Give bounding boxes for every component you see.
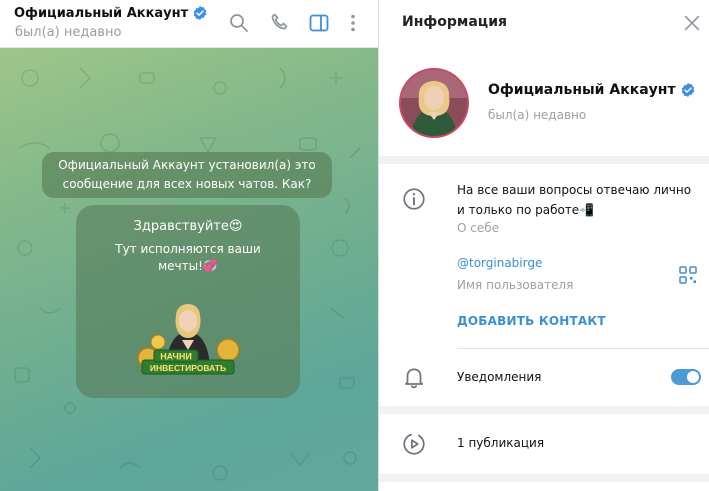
toggle-knob bbox=[687, 371, 699, 383]
publications-row[interactable]: 1 публикация bbox=[379, 414, 709, 474]
search-icon[interactable] bbox=[227, 11, 251, 35]
greeting-title: Здравствуйте😍 bbox=[133, 219, 243, 234]
notifications-label: Уведомления bbox=[457, 370, 542, 384]
qr-code-icon[interactable] bbox=[679, 266, 697, 284]
profile-status: был(а) недавно bbox=[488, 108, 587, 122]
sticker-text-line1: НАЧНИ bbox=[160, 352, 192, 362]
chat-title-text: Официальный Аккаунт bbox=[14, 5, 189, 21]
chat-header[interactable]: Официальный Аккаунт был(а) недавно bbox=[0, 0, 378, 48]
more-vertical-icon[interactable] bbox=[341, 11, 365, 35]
greeting-message: Здравствуйте😍 Тут исполняются ваши мечты… bbox=[76, 205, 300, 398]
username-label: Имя пользователя bbox=[457, 278, 574, 292]
greeting-text: Тут исполняются ваши мечты!💞 bbox=[115, 242, 261, 273]
profile-name-text: Официальный Аккаунт bbox=[488, 82, 676, 98]
phone-icon[interactable] bbox=[268, 11, 292, 35]
notifications-toggle[interactable] bbox=[671, 369, 701, 385]
bio-label: О себе bbox=[457, 221, 500, 235]
bio-text: На все ваши вопросы отвечаю лично и толь… bbox=[457, 183, 692, 217]
info-icon bbox=[403, 188, 425, 210]
chat-title[interactable]: Официальный Аккаунт bbox=[14, 5, 208, 21]
info-header: Информация bbox=[379, 0, 709, 48]
details-section: На все ваши вопросы отвечаю лично и толь… bbox=[379, 164, 709, 406]
profile-section: Официальный Аккаунт был(а) недавно bbox=[379, 48, 709, 156]
play-circle-icon bbox=[403, 433, 425, 455]
bell-icon bbox=[405, 368, 423, 389]
publications-label: 1 публикация bbox=[457, 436, 545, 450]
chat-status: был(а) недавно bbox=[15, 25, 122, 40]
verified-icon bbox=[193, 6, 207, 20]
profile-name: Официальный Аккаунт bbox=[488, 82, 696, 98]
info-title: Информация bbox=[402, 14, 507, 30]
divider bbox=[457, 348, 709, 349]
username-link[interactable]: @torginabirge bbox=[457, 256, 542, 270]
avatar[interactable] bbox=[399, 68, 469, 138]
invest-sticker-image[interactable]: НАЧНИ ИНВЕСТИРОВАТЬ bbox=[136, 288, 240, 388]
chat-background: Официальный Аккаунт установил(а) это соо… bbox=[0, 48, 378, 491]
sticker-text-line2: ИНВЕСТИРОВАТЬ bbox=[150, 363, 226, 373]
sidebar-toggle-icon[interactable] bbox=[307, 11, 331, 35]
verified-icon bbox=[681, 83, 694, 97]
close-icon[interactable] bbox=[681, 12, 703, 34]
add-contact-button[interactable]: ДОБАВИТЬ КОНТАКТ bbox=[457, 314, 606, 328]
chat-pane: Официальный Аккаунт был(а) недавно Офици… bbox=[0, 0, 378, 491]
next-section-edge bbox=[379, 482, 709, 491]
service-message: Официальный Аккаунт установил(а) это соо… bbox=[42, 152, 332, 198]
info-panel: Информация Официальный Аккаунт был(а) не… bbox=[378, 0, 709, 491]
